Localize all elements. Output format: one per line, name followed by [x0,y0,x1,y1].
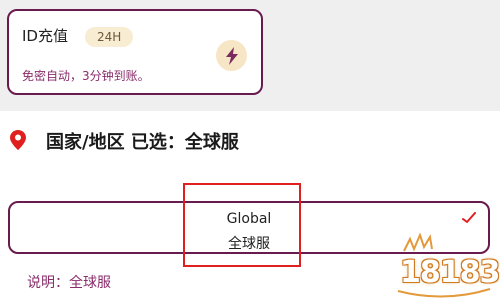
watermark-text: 18183 [400,255,500,290]
watermark-logo: 18183 [392,233,500,303]
availability-badge: 24H [85,27,134,47]
location-pin-icon [10,130,26,154]
region-label: 国家/地区 已选：全球服 [46,132,239,153]
check-icon [462,209,476,228]
annotation-highlight-box [183,183,301,267]
card-title: ID充值 [22,27,68,45]
lightning-icon [216,40,247,71]
note-text: 说明：全球服 [27,275,111,291]
card-description: 免密自动，3分钟到账。 [22,69,150,83]
id-topup-card[interactable]: ID充值 24H 免密自动，3分钟到账。 [7,9,263,95]
